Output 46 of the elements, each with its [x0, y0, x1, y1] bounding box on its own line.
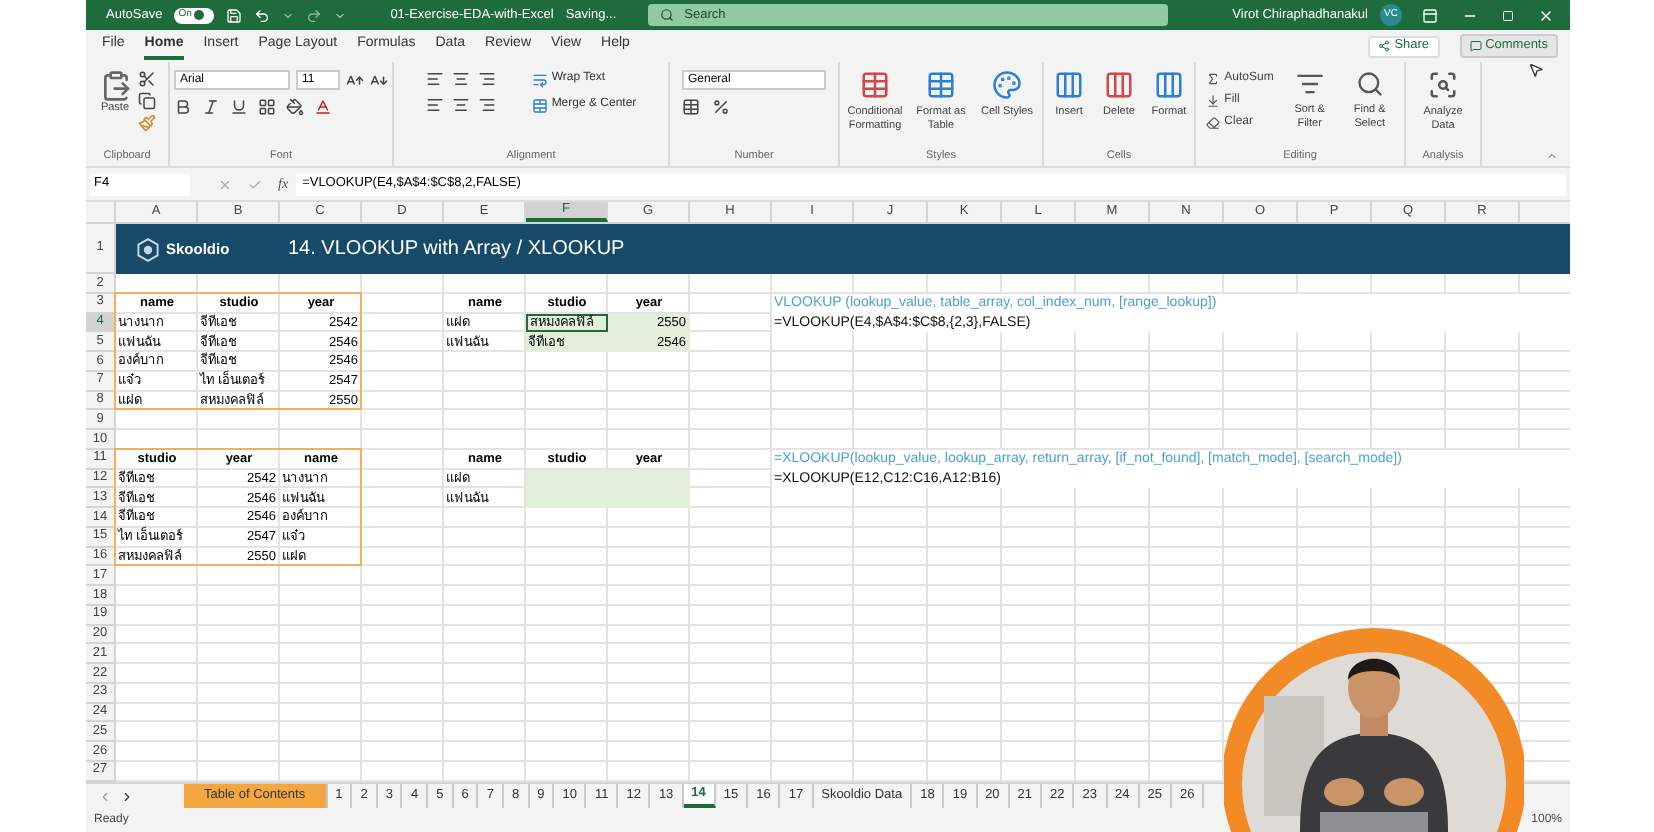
caret-icon[interactable] — [334, 9, 347, 21]
font-color-icon[interactable] — [314, 98, 332, 116]
comment-icon — [1469, 40, 1482, 52]
close-icon[interactable] — [1538, 7, 1554, 23]
magnifier-icon — [1428, 70, 1458, 100]
align-right-icon[interactable] — [477, 96, 496, 114]
columns-icon — [1104, 70, 1134, 100]
percent-icon[interactable] — [712, 98, 730, 116]
paint-bucket-icon[interactable] — [286, 98, 304, 116]
align-icon[interactable] — [451, 70, 470, 88]
share-icon — [1378, 40, 1391, 52]
table-icon — [926, 70, 956, 100]
palette-icon — [992, 70, 1022, 100]
columns-icon — [1054, 70, 1084, 100]
shrink-font-icon[interactable] — [370, 71, 388, 89]
table-icon — [860, 70, 890, 100]
align-center-icon[interactable] — [451, 96, 470, 114]
clipboard-icon — [99, 70, 131, 102]
down-arrow-icon — [1206, 94, 1221, 108]
scroll-right-icon[interactable] — [120, 789, 134, 803]
eraser-icon — [1206, 116, 1221, 130]
wrap-text-icon — [531, 71, 548, 87]
save-icon[interactable] — [226, 7, 243, 23]
ribbon-display-icon[interactable] — [1422, 7, 1438, 23]
bold-icon[interactable] — [174, 98, 192, 116]
columns-icon — [1154, 70, 1184, 100]
sheet-title: 14. VLOOKUP with Array / XLOOKUP — [288, 236, 625, 264]
italic-icon[interactable] — [202, 98, 220, 116]
align-icon[interactable] — [477, 70, 496, 88]
cut-icon[interactable] — [137, 70, 155, 88]
align-icon[interactable] — [425, 70, 444, 88]
copy-icon[interactable] — [137, 92, 155, 110]
table-icon[interactable] — [682, 98, 700, 116]
sigma-icon — [1206, 72, 1221, 86]
search-icon — [1355, 70, 1384, 98]
align-left-icon[interactable] — [425, 96, 444, 114]
search-icon — [660, 8, 675, 22]
logo-icon — [136, 237, 160, 261]
maximize-icon[interactable] — [1502, 9, 1514, 21]
borders-icon[interactable] — [258, 98, 276, 116]
grow-font-icon[interactable] — [346, 71, 364, 89]
caret-icon[interactable] — [282, 9, 295, 21]
undo-icon[interactable] — [254, 7, 271, 23]
underline-icon[interactable] — [230, 98, 248, 116]
merge-cells-icon — [531, 97, 548, 113]
filter-icon — [1295, 70, 1324, 98]
